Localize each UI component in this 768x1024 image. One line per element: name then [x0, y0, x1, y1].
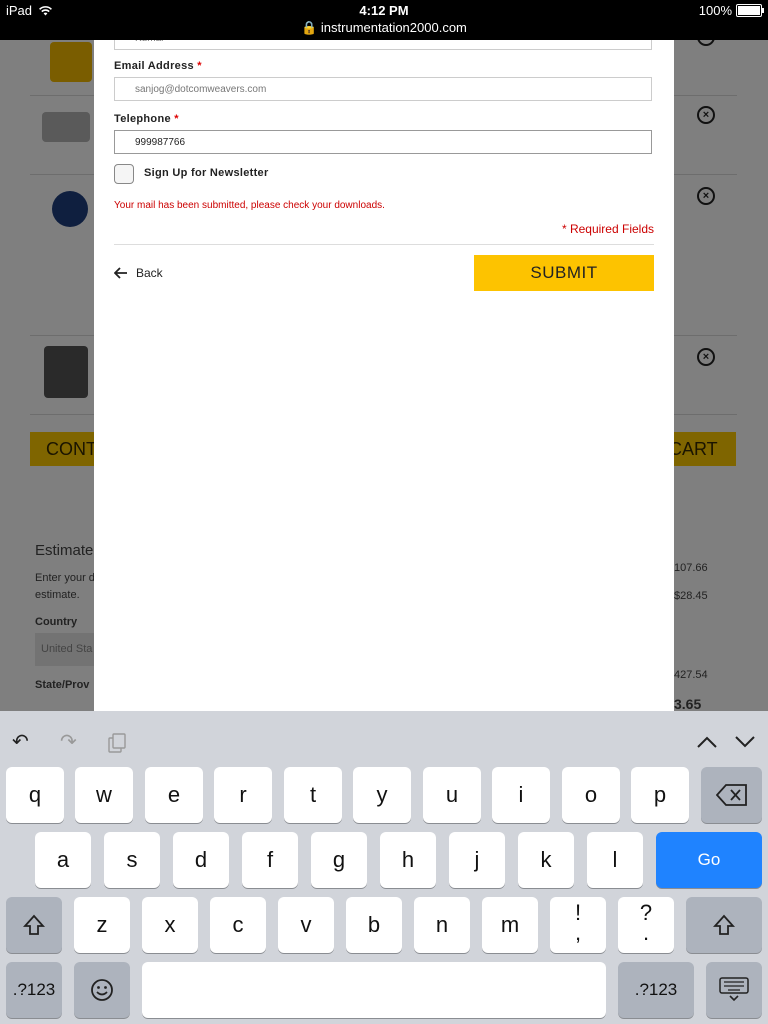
- hide-keyboard-key[interactable]: [706, 962, 762, 1018]
- product-thumb: [42, 112, 90, 142]
- required-fields-note: * Required Fields: [561, 222, 654, 236]
- address-bar[interactable]: 🔒 instrumentation2000.com: [0, 20, 768, 36]
- key-bottom-char: ,: [574, 920, 582, 945]
- key-k[interactable]: k: [518, 832, 574, 888]
- shift-key-right[interactable]: [686, 897, 762, 953]
- emoji-key[interactable]: [74, 962, 130, 1018]
- newsletter-checkbox[interactable]: [114, 164, 134, 184]
- shift-key-left[interactable]: [6, 897, 62, 953]
- remove-item-icon[interactable]: ×: [697, 348, 715, 366]
- paste-icon[interactable]: [108, 733, 126, 753]
- required-marker: *: [174, 113, 179, 125]
- key-t[interactable]: t: [284, 767, 342, 823]
- key-q[interactable]: q: [6, 767, 64, 823]
- product-thumb: [44, 346, 88, 398]
- key-r[interactable]: r: [214, 767, 272, 823]
- submit-button[interactable]: SUBMIT: [474, 255, 654, 291]
- download-form-modal: Kumar Email Address * sanjog@dotcomweave…: [94, 40, 674, 711]
- chevron-down-icon[interactable]: [734, 735, 756, 749]
- backspace-key[interactable]: [701, 767, 762, 823]
- battery-icon: [736, 4, 764, 17]
- key-a[interactable]: a: [35, 832, 91, 888]
- remove-item-icon[interactable]: ×: [697, 187, 715, 205]
- key-i[interactable]: i: [492, 767, 550, 823]
- key-n[interactable]: n: [414, 897, 470, 953]
- key-f[interactable]: f: [242, 832, 298, 888]
- arrow-left-icon: [114, 267, 127, 279]
- telephone-label: Telephone *: [114, 113, 179, 125]
- url-text: instrumentation2000.com: [320, 20, 467, 35]
- success-message: Your mail has been submitted, please che…: [114, 200, 385, 211]
- redo-icon[interactable]: ↷: [60, 729, 77, 754]
- telephone-label-text: Telephone: [114, 113, 171, 125]
- estimate-heading: Estimate: [35, 542, 94, 559]
- status-bar: iPad 4:12 PM 🔒 instrumentation2000.com 1…: [0, 0, 768, 40]
- key-p[interactable]: p: [631, 767, 689, 823]
- undo-icon[interactable]: ↶: [12, 729, 29, 754]
- shift-icon: [22, 914, 46, 935]
- newsletter-label: Sign Up for Newsletter: [144, 167, 269, 179]
- key-v[interactable]: v: [278, 897, 334, 953]
- key-y[interactable]: y: [353, 767, 411, 823]
- key-o[interactable]: o: [562, 767, 620, 823]
- remove-item-icon[interactable]: ×: [697, 106, 715, 124]
- product-thumb: [50, 42, 92, 82]
- key-c[interactable]: c: [210, 897, 266, 953]
- price: 427.54: [674, 669, 708, 681]
- country-select[interactable]: United Sta: [35, 633, 101, 666]
- country-label: Country: [35, 616, 78, 628]
- required-marker: *: [197, 60, 202, 72]
- divider: [114, 244, 654, 245]
- estimate-text: estimate.: [35, 589, 80, 601]
- emoji-icon: [91, 979, 113, 1001]
- key-g[interactable]: g: [311, 832, 367, 888]
- key-question-period[interactable]: ? .: [618, 897, 674, 953]
- numbers-key-left[interactable]: .?123: [6, 962, 62, 1018]
- email-label-text: Email Address: [114, 60, 194, 72]
- key-x[interactable]: x: [142, 897, 198, 953]
- key-e[interactable]: e: [145, 767, 203, 823]
- email-label: Email Address *: [114, 60, 202, 72]
- key-h[interactable]: h: [380, 832, 436, 888]
- numbers-key-right[interactable]: .?123: [618, 962, 694, 1018]
- onscreen-keyboard: ↶ ↷ q w e r t y u i o p a s d f g h j k …: [0, 711, 768, 1024]
- keyboard-hide-icon: [719, 977, 749, 1002]
- total-price: 3.65: [674, 696, 702, 712]
- state-label: State/Prov: [35, 679, 90, 691]
- lock-icon: 🔒: [301, 20, 318, 35]
- key-j[interactable]: j: [449, 832, 505, 888]
- space-bar[interactable]: [142, 962, 606, 1018]
- back-link[interactable]: Back: [114, 266, 163, 280]
- backspace-icon: [715, 784, 747, 806]
- email-field[interactable]: sanjog@dotcomweavers.com: [114, 77, 652, 101]
- key-z[interactable]: z: [74, 897, 130, 953]
- key-bottom-char: .: [642, 920, 650, 945]
- last-name-field[interactable]: Kumar: [114, 40, 652, 50]
- back-label: Back: [136, 266, 163, 280]
- price: 107.66: [674, 562, 708, 574]
- key-w[interactable]: w: [75, 767, 133, 823]
- telephone-field[interactable]: 999987766: [114, 130, 652, 154]
- key-b[interactable]: b: [346, 897, 402, 953]
- key-exclamation-comma[interactable]: ! ,: [550, 897, 606, 953]
- status-time: 4:12 PM: [359, 3, 409, 18]
- key-m[interactable]: m: [482, 897, 538, 953]
- price: $28.45: [674, 590, 708, 602]
- status-right: 100%: [698, 3, 764, 18]
- chevron-up-icon[interactable]: [696, 735, 718, 749]
- key-s[interactable]: s: [104, 832, 160, 888]
- key-d[interactable]: d: [173, 832, 229, 888]
- estimate-text: Enter your d: [35, 572, 95, 584]
- battery-label: 100%: [698, 3, 732, 18]
- go-key[interactable]: Go: [656, 832, 762, 888]
- shift-icon: [712, 914, 736, 935]
- key-l[interactable]: l: [587, 832, 643, 888]
- product-thumb: [52, 191, 88, 227]
- key-u[interactable]: u: [423, 767, 481, 823]
